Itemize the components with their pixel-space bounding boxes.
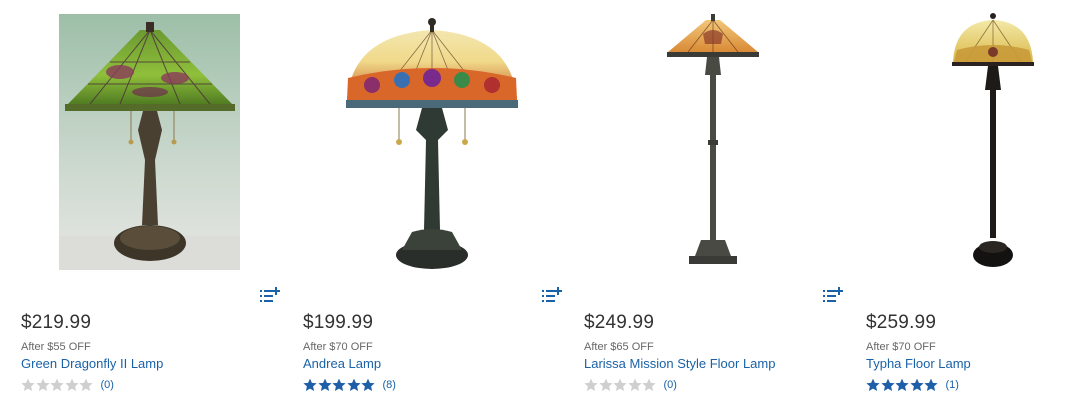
product-card: $259.99 After $70 OFF Typha Floor Lamp (… (845, 0, 1080, 403)
product-rating[interactable]: (8) (303, 377, 396, 393)
product-image-link[interactable] (282, 0, 547, 285)
star-empty-icon (64, 378, 79, 391)
star-filled-icon (866, 378, 880, 391)
star-empty-icon (584, 378, 598, 391)
star-filled-icon (332, 378, 346, 391)
lamp-photo-icon (952, 13, 1034, 267)
product-image-link[interactable] (563, 0, 828, 285)
product-price: $199.99 (303, 312, 374, 333)
product-name-link[interactable]: Typha Floor Lamp (866, 356, 971, 371)
lamp-photo-icon (346, 18, 518, 269)
star-empty-icon (50, 378, 64, 391)
product-price: $249.99 (584, 312, 655, 333)
review-count: (1) (945, 379, 959, 391)
star-filled-icon (303, 378, 317, 391)
star-filled-icon (346, 378, 361, 391)
star-rating (303, 378, 376, 392)
add-to-list-button[interactable] (542, 287, 562, 303)
star-empty-icon (613, 378, 627, 391)
star-rating (866, 378, 939, 392)
product-grid: $219.99 After $55 OFF Green Dragonfly II… (0, 0, 1080, 403)
product-name-link[interactable]: Andrea Lamp (303, 356, 381, 371)
star-filled-icon (924, 378, 938, 391)
product-card: $219.99 After $55 OFF Green Dragonfly II… (0, 0, 280, 403)
add-to-list-button[interactable] (823, 287, 843, 303)
star-rating (584, 378, 657, 392)
star-filled-icon (895, 378, 909, 391)
product-promo: After $55 OFF (21, 341, 91, 353)
star-filled-icon (909, 378, 924, 391)
star-empty-icon (598, 378, 613, 391)
star-empty-icon (79, 378, 93, 391)
add-to-list-button[interactable] (260, 287, 280, 303)
product-promo: After $65 OFF (584, 341, 654, 353)
product-rating[interactable]: (1) (866, 377, 959, 393)
product-card: $249.99 After $65 OFF Larissa Mission St… (563, 0, 843, 403)
product-card: $199.99 After $70 OFF Andrea Lamp (8) (282, 0, 562, 403)
product-name-link[interactable]: Larissa Mission Style Floor Lamp (584, 356, 775, 371)
product-promo: After $70 OFF (303, 341, 373, 353)
product-image-link[interactable] (845, 0, 1080, 285)
star-rating (21, 378, 94, 392)
review-count: (8) (382, 379, 396, 391)
add-to-list-icon (260, 287, 280, 302)
add-to-list-icon (542, 287, 562, 302)
review-count: (0) (100, 379, 114, 391)
product-price: $259.99 (866, 312, 937, 333)
product-name-link[interactable]: Green Dragonfly II Lamp (21, 356, 163, 371)
star-empty-icon (21, 378, 35, 391)
product-promo: After $70 OFF (866, 341, 936, 353)
lamp-photo-icon (59, 14, 240, 270)
star-filled-icon (317, 378, 332, 391)
add-to-list-icon (823, 287, 843, 302)
product-image-link[interactable] (0, 0, 265, 285)
star-empty-icon (627, 378, 642, 391)
star-filled-icon (880, 378, 895, 391)
star-empty-icon (35, 378, 50, 391)
review-count: (0) (663, 379, 677, 391)
product-rating[interactable]: (0) (21, 377, 114, 393)
star-filled-icon (361, 378, 375, 391)
lamp-photo-icon (667, 14, 759, 264)
product-price: $219.99 (21, 312, 92, 333)
product-rating[interactable]: (0) (584, 377, 677, 393)
star-empty-icon (642, 378, 656, 391)
